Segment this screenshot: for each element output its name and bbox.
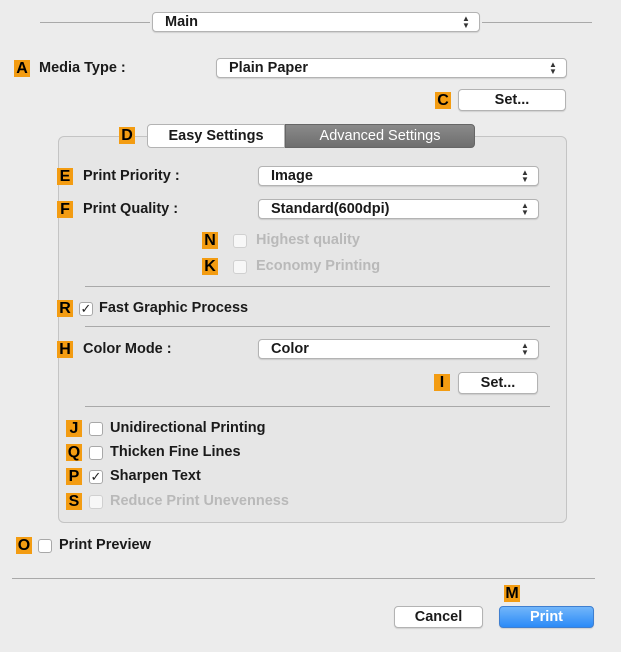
print-preview-label: Print Preview	[59, 537, 151, 553]
print-quality-value: Standard(600dpi)	[271, 201, 390, 217]
badge-e: E	[57, 168, 73, 185]
media-type-value: Plain Paper	[229, 60, 308, 76]
print-priority-value: Image	[271, 168, 313, 184]
sharpen-text-label: Sharpen Text	[110, 468, 201, 484]
highest-quality-checkbox[interactable]	[233, 234, 247, 248]
popup-arrows-icon: ▲ ▼	[521, 201, 529, 217]
highest-quality-label: Highest quality	[256, 232, 360, 248]
print-button[interactable]: Print	[499, 606, 594, 628]
reduce-unevenness-label: Reduce Print Unevenness	[110, 493, 289, 509]
badge-h: H	[57, 341, 73, 358]
media-type-popup[interactable]: Plain Paper ▲ ▼	[216, 58, 567, 78]
color-mode-label: Color Mode :	[83, 341, 172, 357]
color-mode-set-button[interactable]: Set...	[458, 372, 538, 394]
checkmark-icon: ✓	[90, 469, 102, 484]
badge-j: J	[66, 420, 82, 437]
badge-m: M	[504, 585, 520, 602]
badge-i: I	[434, 374, 450, 391]
popup-arrows-icon: ▲ ▼	[521, 168, 529, 184]
sharpen-text-checkbox[interactable]: ✓	[89, 470, 103, 484]
badge-o: O	[16, 537, 32, 554]
settings-group-box	[58, 136, 567, 523]
thicken-lines-checkbox[interactable]	[89, 446, 103, 460]
popup-arrows-icon: ▲ ▼	[521, 341, 529, 357]
print-priority-label: Print Priority :	[83, 168, 180, 184]
badge-n: N	[202, 232, 218, 249]
color-mode-popup[interactable]: Color ▲ ▼	[258, 339, 539, 359]
divider-3	[85, 406, 550, 407]
popup-arrows-icon: ▲ ▼	[462, 14, 470, 30]
cancel-button[interactable]: Cancel	[394, 606, 483, 628]
color-mode-value: Color	[271, 341, 309, 357]
media-type-label: Media Type :	[39, 60, 126, 76]
print-preview-checkbox[interactable]	[38, 539, 52, 553]
badge-p: P	[66, 468, 82, 485]
top-rule-left	[40, 22, 150, 23]
economy-printing-checkbox[interactable]	[233, 260, 247, 274]
economy-printing-label: Economy Printing	[256, 258, 381, 274]
fast-graphic-checkbox[interactable]: ✓	[79, 302, 93, 316]
badge-c: C	[435, 92, 451, 109]
preset-value: Main	[165, 14, 199, 30]
tab-advanced-settings[interactable]: Advanced Settings	[285, 124, 475, 148]
popup-arrows-icon: ▲ ▼	[549, 60, 557, 76]
badge-k: K	[202, 258, 218, 275]
footer-divider	[12, 578, 595, 579]
divider-1	[85, 286, 550, 287]
print-quality-popup[interactable]: Standard(600dpi) ▲ ▼	[258, 199, 539, 219]
fast-graphic-label: Fast Graphic Process	[99, 300, 249, 316]
divider-2	[85, 326, 550, 327]
unidirectional-checkbox[interactable]	[89, 422, 103, 436]
tab-easy-settings[interactable]: Easy Settings	[147, 124, 285, 148]
badge-d: D	[119, 127, 135, 144]
badge-f: F	[57, 201, 73, 218]
preset-popup[interactable]: Main ▲ ▼	[152, 12, 480, 32]
thicken-lines-label: Thicken Fine Lines	[110, 444, 241, 460]
media-set-button[interactable]: Set...	[458, 89, 566, 111]
reduce-unevenness-checkbox[interactable]	[89, 495, 103, 509]
print-priority-popup[interactable]: Image ▲ ▼	[258, 166, 539, 186]
print-quality-label: Print Quality :	[83, 201, 179, 217]
checkmark-icon: ✓	[80, 301, 92, 316]
top-rule-right	[482, 22, 592, 23]
badge-a: A	[14, 60, 30, 77]
badge-s: S	[66, 493, 82, 510]
badge-r: R	[57, 300, 73, 317]
badge-q: Q	[66, 444, 82, 461]
unidirectional-label: Unidirectional Printing	[110, 420, 266, 436]
